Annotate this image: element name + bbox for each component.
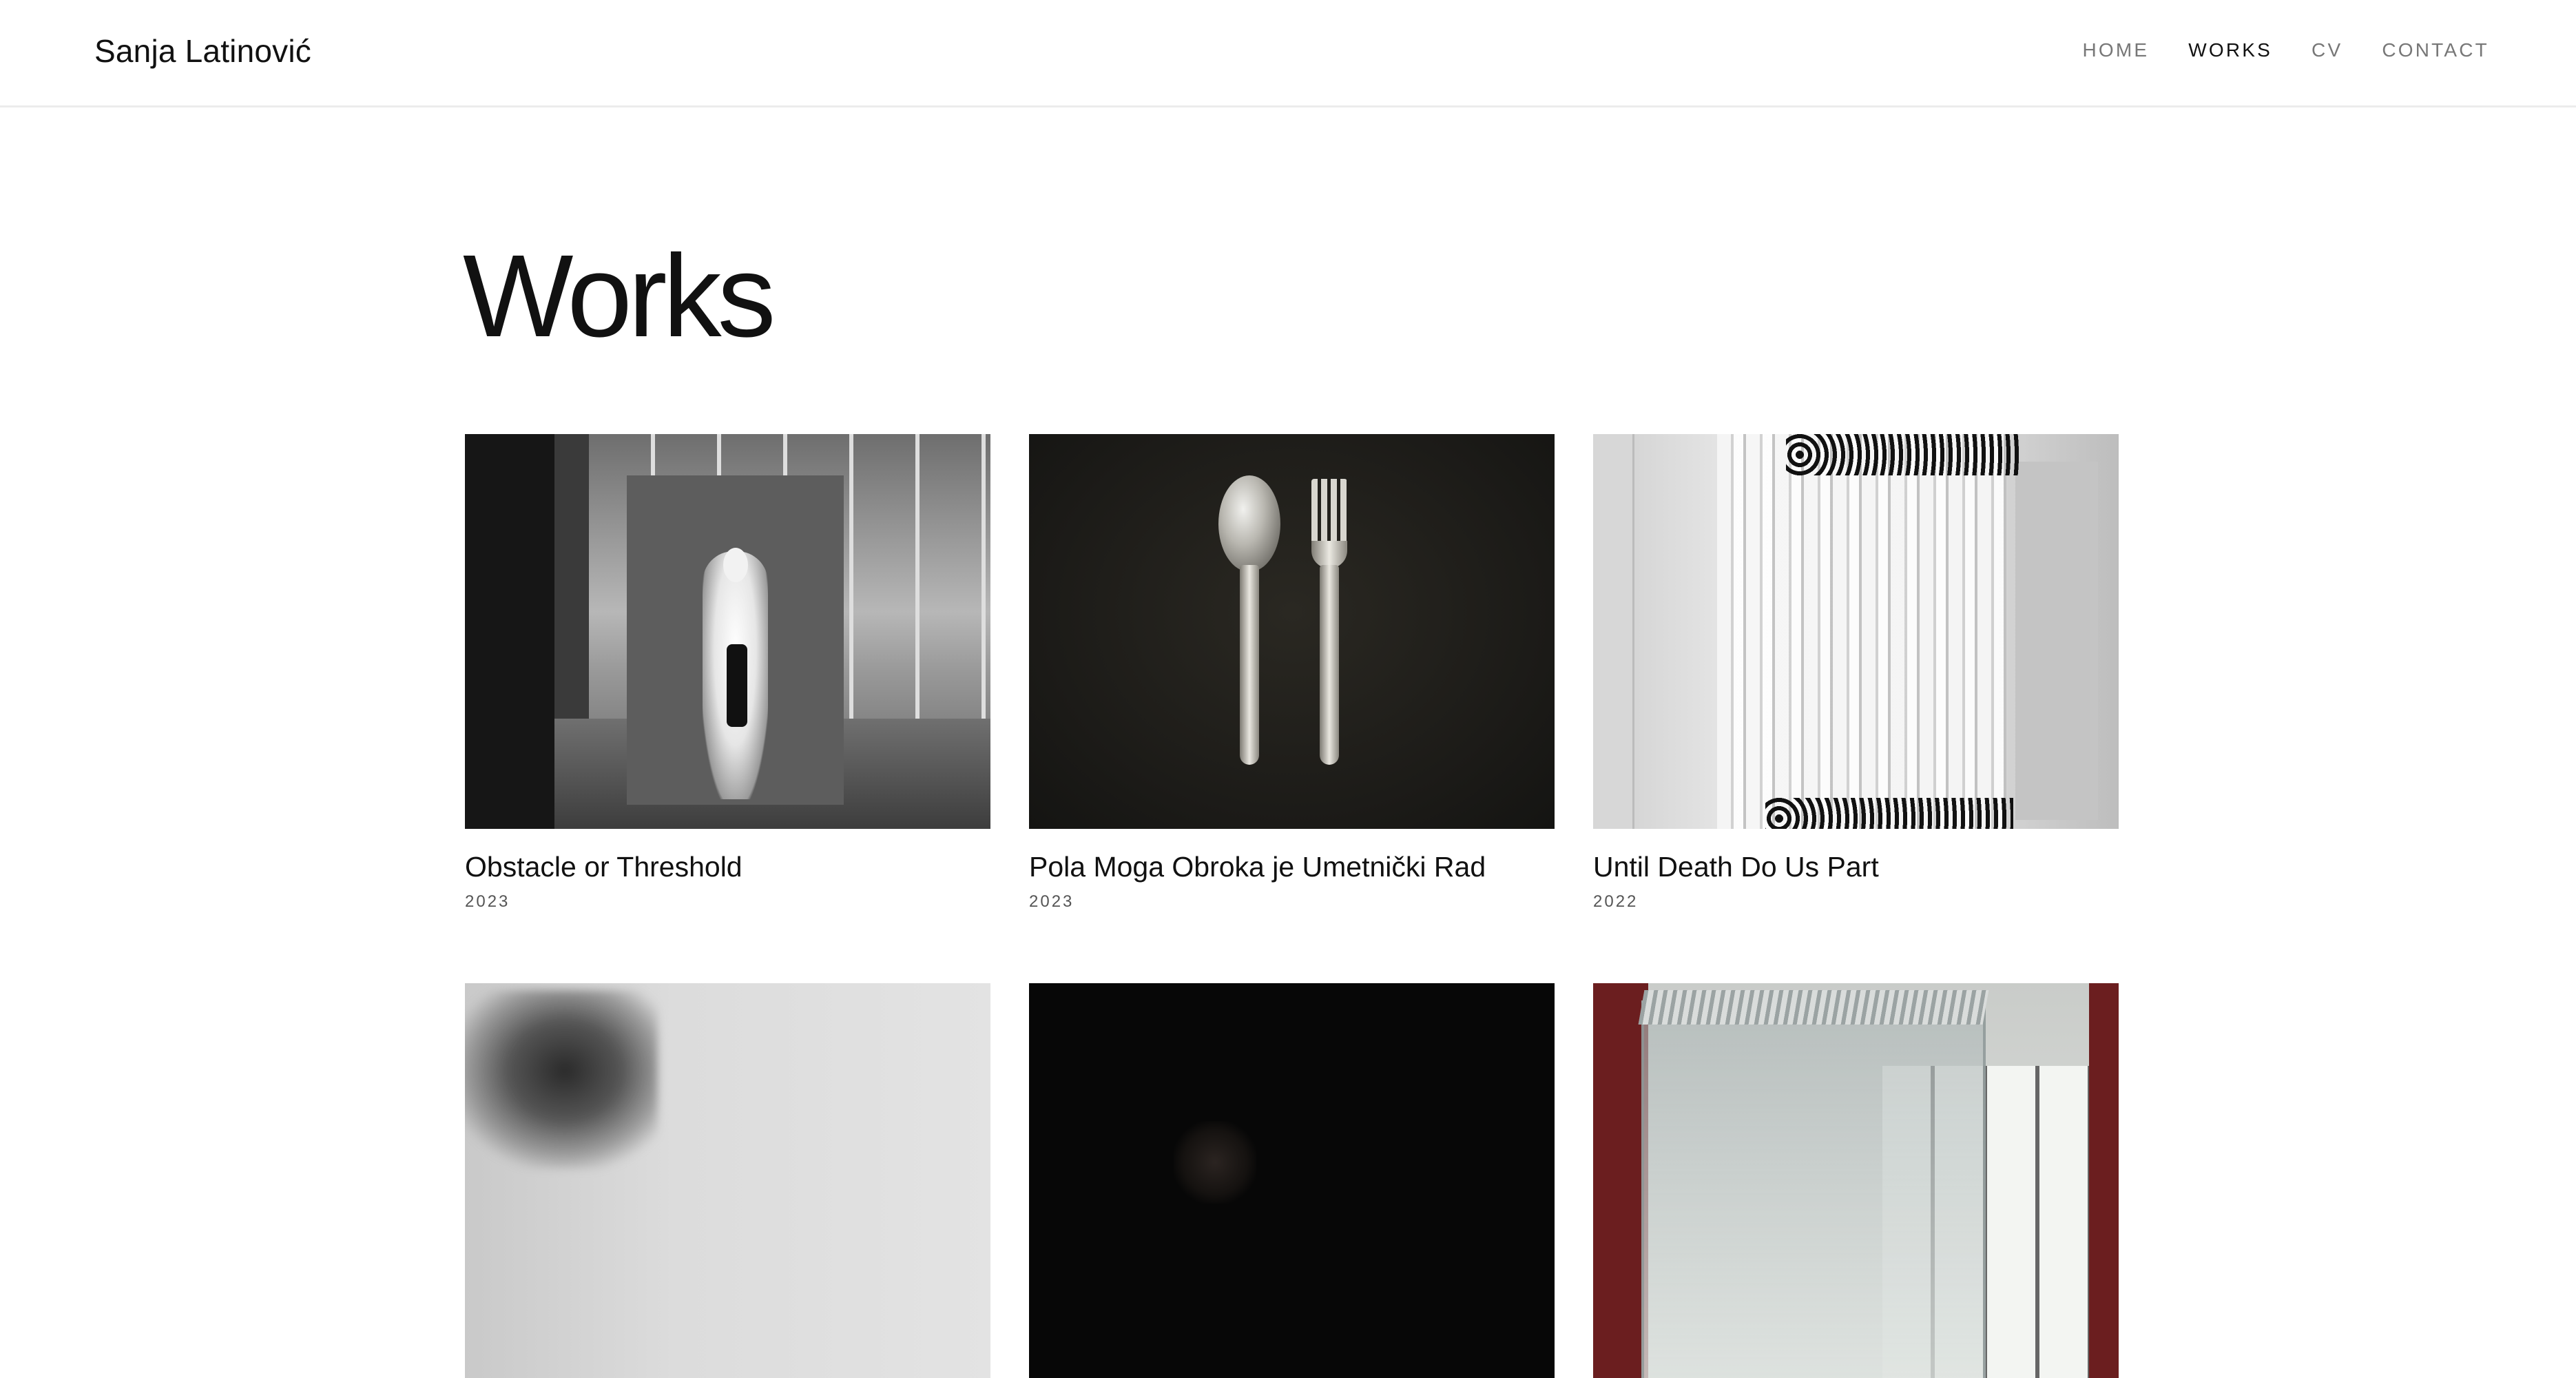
photo-detail: [1765, 798, 2013, 829]
work-thumbnail[interactable]: [1593, 983, 2119, 1378]
photo-detail: [1717, 434, 2006, 829]
photo-detail: [1786, 434, 2020, 475]
work-card-obstacle-or-threshold[interactable]: Obstacle or Threshold 2023: [465, 434, 990, 911]
photo-detail: [727, 644, 747, 727]
work-card-pola-moga-obroka[interactable]: Pola Moga Obroka je Umetnički Rad 2023: [1029, 434, 1555, 911]
photo-detail: [1641, 1000, 1986, 1378]
spoon-shape: [1218, 475, 1280, 572]
page-title: Works: [463, 231, 776, 362]
photo-detail: [1638, 990, 1989, 1025]
work-thumbnail[interactable]: [465, 983, 990, 1378]
work-thumbnail[interactable]: [1029, 434, 1555, 829]
photo-detail: [465, 434, 554, 829]
site-header: Sanja Latinović HOME WORKS CV CONTACT: [0, 0, 2576, 107]
spoon-shape: [1240, 565, 1259, 765]
work-card-5[interactable]: [1029, 983, 1555, 1378]
photo-detail: [723, 548, 748, 582]
work-year: 2023: [465, 892, 510, 911]
work-thumbnail[interactable]: [465, 434, 990, 829]
work-card-until-death-do-us-part[interactable]: Until Death Do Us Part 2022: [1593, 434, 2119, 911]
work-title[interactable]: Until Death Do Us Part: [1593, 850, 1879, 884]
main-nav: HOME WORKS CV CONTACT: [2082, 39, 2489, 62]
nav-cv[interactable]: CV: [2312, 39, 2343, 62]
photo-detail: [2015, 462, 2098, 820]
photo-detail: [1593, 434, 1634, 829]
nav-works[interactable]: WORKS: [2188, 39, 2272, 62]
work-year: 2022: [1593, 892, 1639, 911]
work-thumbnail[interactable]: [1593, 434, 2119, 829]
nav-contact[interactable]: CONTACT: [2382, 39, 2489, 62]
work-thumbnail[interactable]: [1029, 983, 1555, 1378]
fork-shape: [1311, 479, 1347, 548]
work-title[interactable]: Obstacle or Threshold: [465, 850, 742, 884]
nav-home[interactable]: HOME: [2082, 39, 2149, 62]
work-card-6[interactable]: [1593, 983, 2119, 1378]
fork-shape: [1311, 541, 1347, 568]
site-logo-link[interactable]: Sanja Latinović: [94, 32, 311, 70]
work-title[interactable]: Pola Moga Obroka je Umetnički Rad: [1029, 850, 1486, 884]
work-card-4[interactable]: [465, 983, 990, 1378]
work-year: 2023: [1029, 892, 1074, 911]
photo-detail: [1174, 1121, 1256, 1204]
fork-shape: [1320, 565, 1339, 765]
photo-detail: [465, 990, 658, 1169]
